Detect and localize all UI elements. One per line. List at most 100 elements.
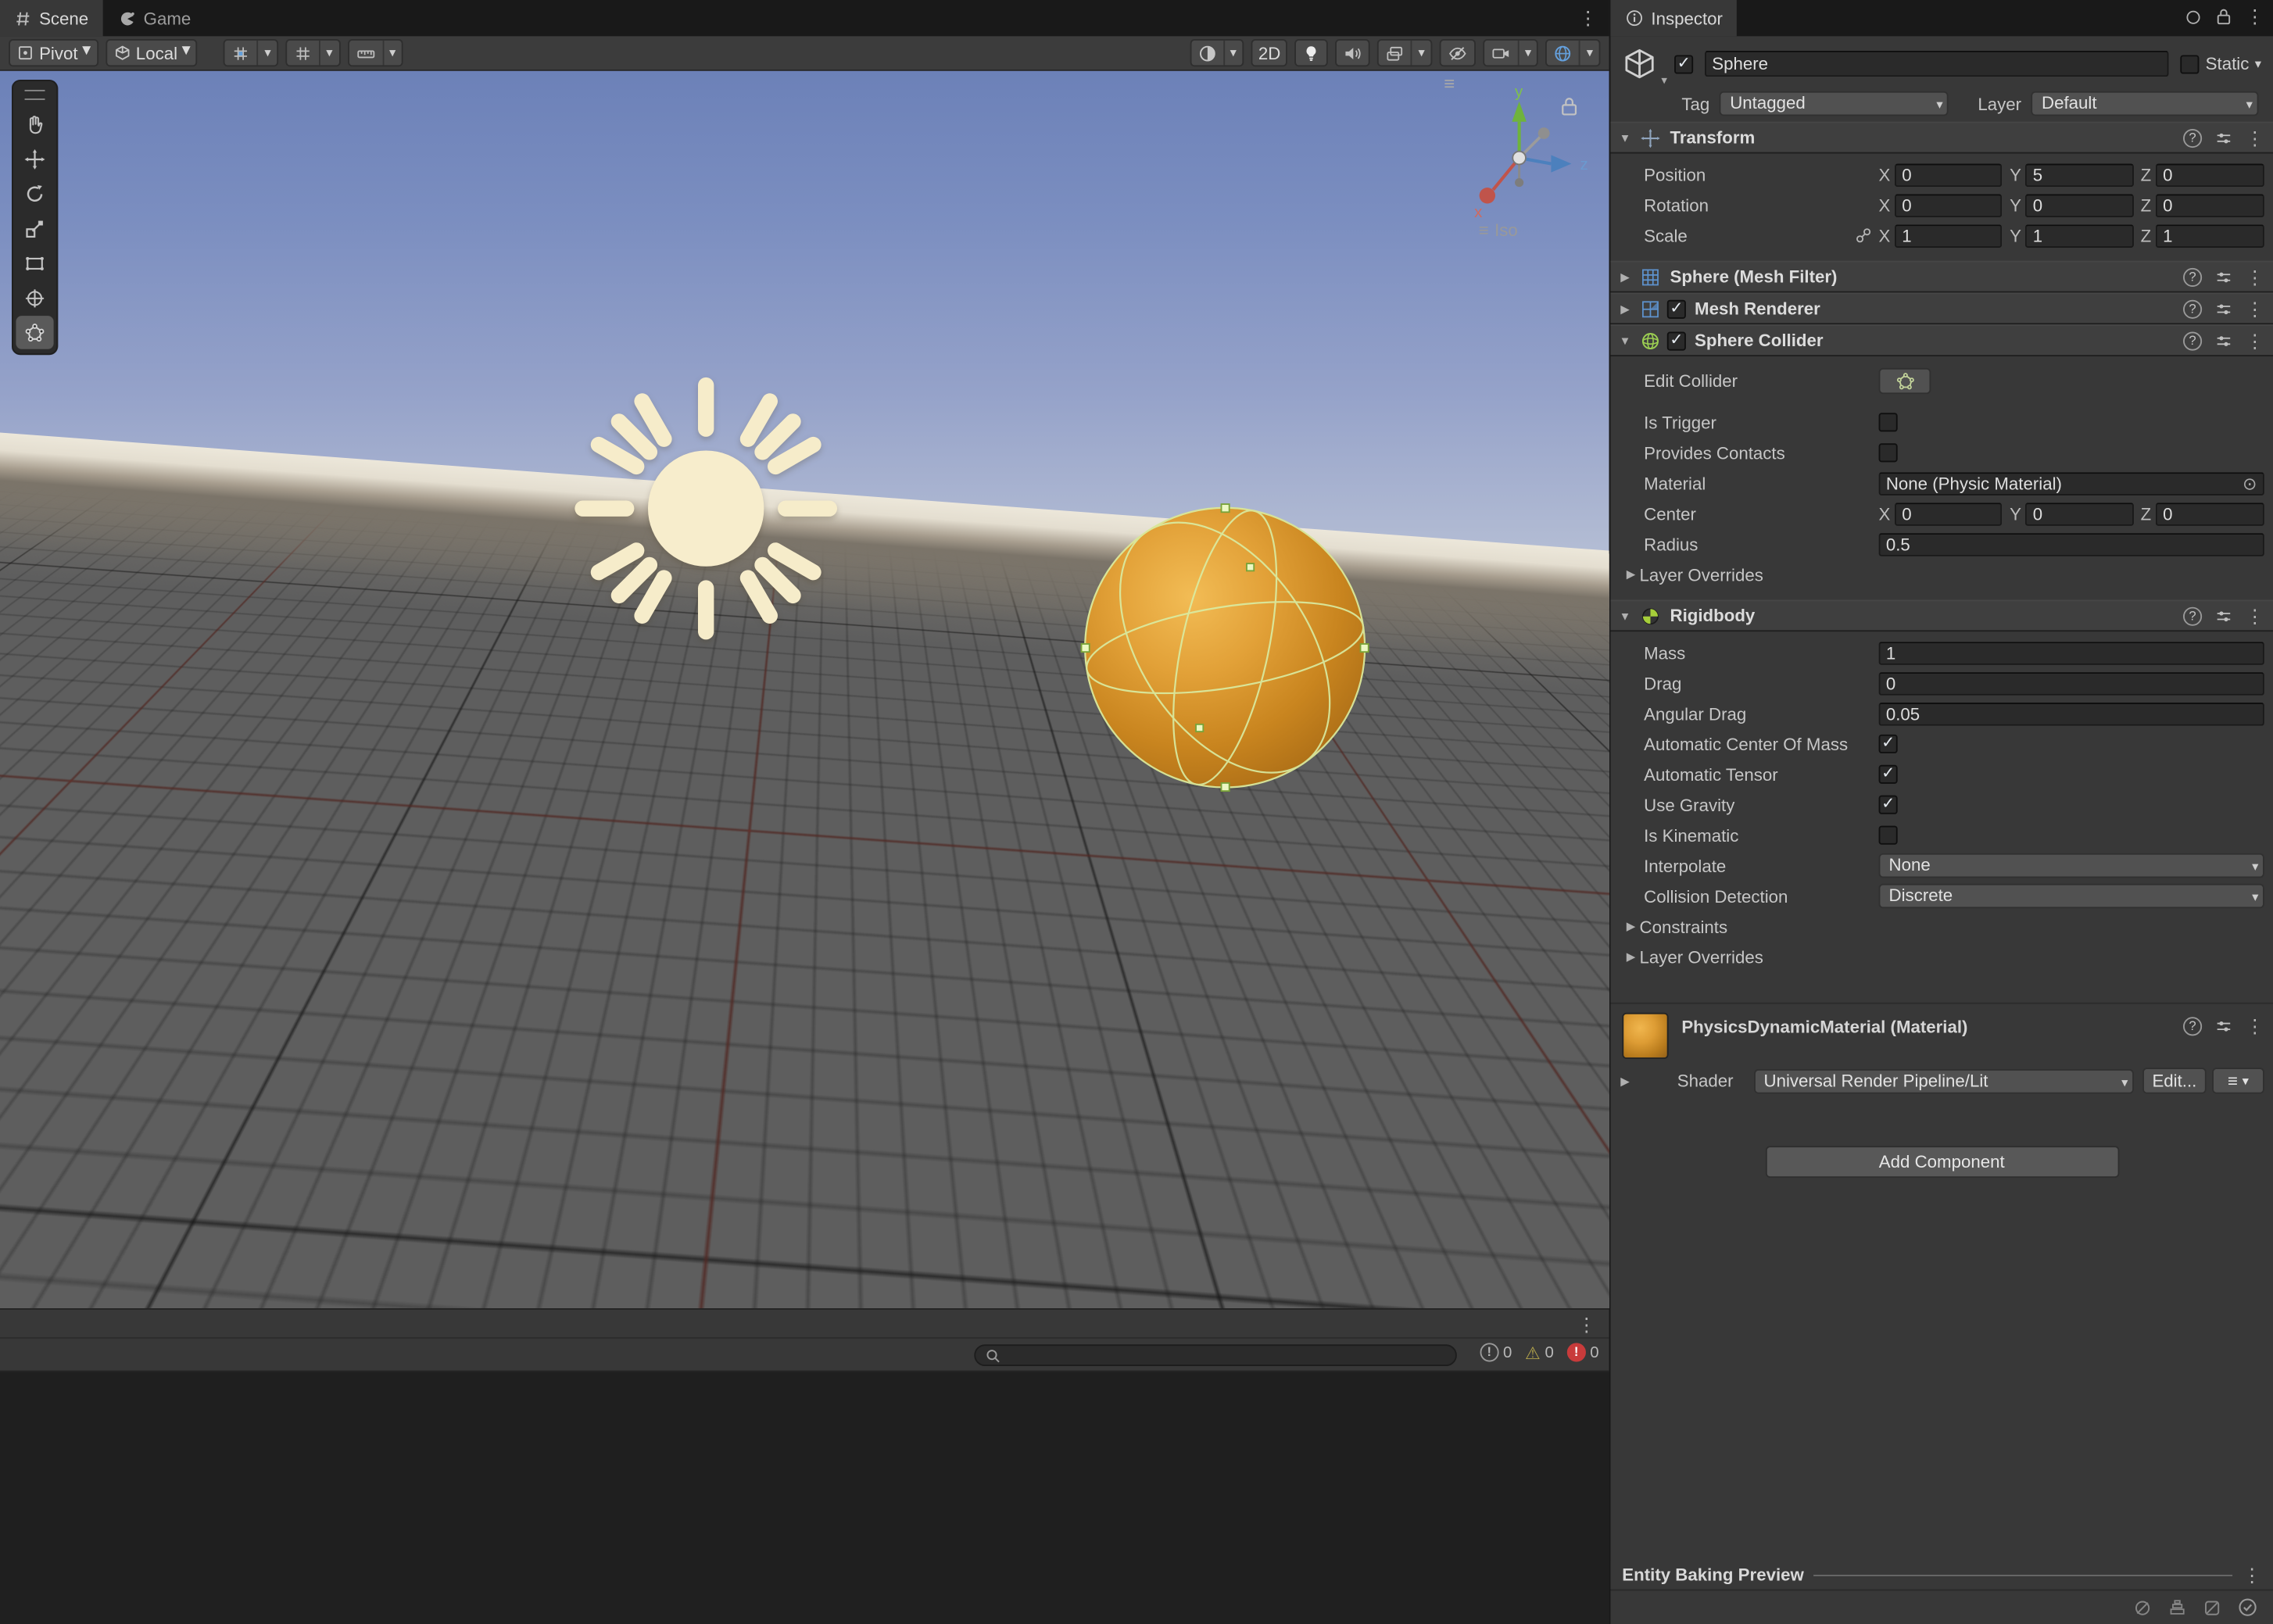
console-search-input[interactable] <box>974 1344 1457 1366</box>
mesh-renderer-header[interactable]: ▶ ✓ Mesh Renderer ? ⋮ <box>1610 292 2273 324</box>
material-help-icon[interactable]: ? <box>2183 1017 2202 1036</box>
static-dropdown-icon[interactable]: ▾ <box>2255 55 2261 71</box>
scale-x-field[interactable]: 1 <box>1895 224 2003 247</box>
provides-contacts-checkbox[interactable] <box>1879 443 1898 462</box>
interpolate-dropdown[interactable]: None ▾ <box>1879 853 2264 878</box>
view-tool-button[interactable] <box>16 107 53 141</box>
object-picker-icon[interactable]: ⊙ <box>2243 473 2257 493</box>
notifications-off-icon[interactable] <box>2132 1597 2153 1618</box>
center-z-field[interactable]: 0 <box>2156 502 2264 525</box>
sphere-collider-foldout-icon[interactable]: ▼ <box>1616 334 1634 347</box>
scene-viewport[interactable]: ≡ y z x ≡ Iso <box>0 71 1609 1308</box>
mesh-filter-presets-icon[interactable] <box>2214 267 2234 286</box>
center-y-field[interactable]: 0 <box>2026 502 2134 525</box>
rigidbody-menu-icon[interactable]: ⋮ <box>2246 606 2264 625</box>
rotation-x-field[interactable]: 0 <box>1895 193 2003 216</box>
is-kinematic-checkbox[interactable] <box>1879 826 1898 845</box>
gameobject-name-field[interactable]: Sphere <box>1705 51 2169 77</box>
rotation-y-field[interactable]: 0 <box>2026 193 2134 216</box>
orientation-gizmo[interactable]: y z x <box>1440 83 1599 227</box>
radius-field[interactable]: 0.5 <box>1879 532 2264 556</box>
sphere-collider-enabled-checkbox[interactable]: ✓ <box>1667 331 1686 350</box>
tab-inspector[interactable]: Inspector <box>1610 0 1737 36</box>
sphere-collider-help-icon[interactable]: ? <box>2183 331 2202 350</box>
scene-audio-toggle[interactable] <box>1336 39 1371 66</box>
sphere-collider-presets-icon[interactable] <box>2214 331 2234 350</box>
material-foldout-icon[interactable]: ▶ <box>1616 1075 1634 1088</box>
scale-y-field[interactable]: 1 <box>2026 224 2134 247</box>
position-z-field[interactable]: 0 <box>2156 163 2264 187</box>
layer-dropdown[interactable]: Default ▾ <box>2031 91 2258 116</box>
mesh-filter-menu-icon[interactable]: ⋮ <box>2246 267 2264 286</box>
constrain-proportions-icon[interactable] <box>1854 226 1873 245</box>
shader-dropdown[interactable]: Universal Render Pipeline/Lit ▾ <box>1754 1068 2134 1093</box>
transform-foldout-icon[interactable]: ▼ <box>1616 131 1634 145</box>
rigidbody-presets-icon[interactable] <box>2214 606 2234 625</box>
console-panel-menu-icon[interactable]: ⋮ <box>1577 1315 1596 1334</box>
mesh-filter-help-icon[interactable]: ? <box>2183 267 2202 286</box>
pivot-dropdown[interactable]: Pivot ▾ <box>9 39 98 66</box>
gameobject-icon-button[interactable]: ▾ <box>1622 46 1666 80</box>
use-gravity-checkbox[interactable]: ✓ <box>1879 796 1898 814</box>
rotation-z-field[interactable]: 0 <box>2156 193 2264 216</box>
drag-field[interactable]: 0 <box>1879 671 2264 695</box>
edit-collider-button[interactable] <box>1879 368 1931 394</box>
rigidbody-header[interactable]: ▼ Rigidbody ? ⋮ <box>1610 599 2273 631</box>
material-presets-icon[interactable] <box>2214 1017 2234 1036</box>
rect-tool-button[interactable] <box>16 246 53 280</box>
shading-mode-dropdown[interactable]: ▾ <box>1190 39 1244 66</box>
transform-presets-icon[interactable] <box>2214 128 2234 147</box>
scale-z-field[interactable]: 1 <box>2156 224 2264 247</box>
position-x-field[interactable]: 0 <box>1895 163 2003 187</box>
custom-editor-tool-button[interactable] <box>16 316 53 349</box>
sphere-collider-header[interactable]: ▼ ✓ Sphere Collider ? ⋮ <box>1610 324 2273 356</box>
collision-detection-dropdown[interactable]: Discrete ▾ <box>1879 884 2264 909</box>
circle-icon[interactable] <box>2185 8 2202 25</box>
constraints-foldout[interactable]: ▶ Constraints <box>1610 911 2267 942</box>
rigidbody-foldout-icon[interactable]: ▼ <box>1616 609 1634 622</box>
gameobject-active-checkbox[interactable]: ✓ <box>1674 55 1693 73</box>
overlay-grip-handle[interactable] <box>25 90 45 100</box>
scene-effects-dropdown[interactable]: ▾ <box>1378 39 1433 66</box>
mass-field[interactable]: 1 <box>1879 641 2264 664</box>
projection-mode[interactable]: ≡ Iso <box>1479 220 1518 241</box>
material-thumbnail[interactable] <box>1622 1013 1668 1059</box>
transform-help-icon[interactable]: ? <box>2183 128 2202 147</box>
mesh-filter-foldout-icon[interactable]: ▶ <box>1616 270 1634 284</box>
lock-icon[interactable] <box>2215 7 2232 26</box>
hidden-objects-toggle[interactable] <box>1440 39 1476 66</box>
rigidbody-help-icon[interactable]: ? <box>2183 606 2202 625</box>
static-checkbox[interactable] <box>2181 55 2200 73</box>
scene-lighting-toggle[interactable] <box>1295 39 1329 66</box>
physic-material-field[interactable]: None (Physic Material) ⊙ <box>1879 471 2264 495</box>
status-ok-icon[interactable] <box>2237 1597 2259 1619</box>
shader-menu-button[interactable]: ≡ ▾ <box>2212 1068 2264 1093</box>
position-y-field[interactable]: 5 <box>2026 163 2134 187</box>
center-x-field[interactable]: 0 <box>1895 502 2003 525</box>
scene-pane-menu-icon[interactable]: ⋮ <box>1579 9 1598 27</box>
2d-toggle[interactable]: 2D <box>1251 39 1288 66</box>
tab-scene[interactable]: Scene <box>0 0 103 36</box>
info-count-toggle[interactable]: ! 0 <box>1480 1343 1512 1361</box>
mesh-renderer-presets-icon[interactable] <box>2214 299 2234 318</box>
transform-tool-button[interactable] <box>16 281 53 315</box>
error-count-toggle[interactable]: ! 0 <box>1567 1343 1599 1361</box>
measure-tool[interactable]: ▾ <box>347 39 403 66</box>
entity-baking-menu-icon[interactable]: ⋮ <box>2243 1565 2261 1584</box>
shader-edit-button[interactable]: Edit... <box>2142 1068 2207 1093</box>
scene-camera-dropdown[interactable]: ▾ <box>1483 39 1538 66</box>
sphere-collider-menu-icon[interactable]: ⋮ <box>2246 331 2264 350</box>
angular-drag-field[interactable]: 0.05 <box>1879 702 2264 725</box>
add-component-button[interactable]: Add Component <box>1765 1146 2119 1178</box>
rigidbody-layer-overrides-foldout[interactable]: ▶ Layer Overrides <box>1610 942 2267 972</box>
move-tool-button[interactable] <box>16 142 53 176</box>
mesh-renderer-menu-icon[interactable]: ⋮ <box>2246 299 2264 318</box>
material-menu-icon[interactable]: ⋮ <box>2246 1017 2264 1036</box>
baking-off-icon[interactable] <box>2202 1597 2222 1618</box>
transform-menu-icon[interactable]: ⋮ <box>2246 128 2264 147</box>
is-trigger-checkbox[interactable] <box>1879 413 1898 431</box>
sphere-object[interactable] <box>1072 495 1376 799</box>
warning-count-toggle[interactable]: ⚠ 0 <box>1525 1343 1554 1361</box>
mesh-renderer-enabled-checkbox[interactable]: ✓ <box>1667 299 1686 318</box>
transform-header[interactable]: ▼ Transform ? ⋮ <box>1610 122 2273 154</box>
